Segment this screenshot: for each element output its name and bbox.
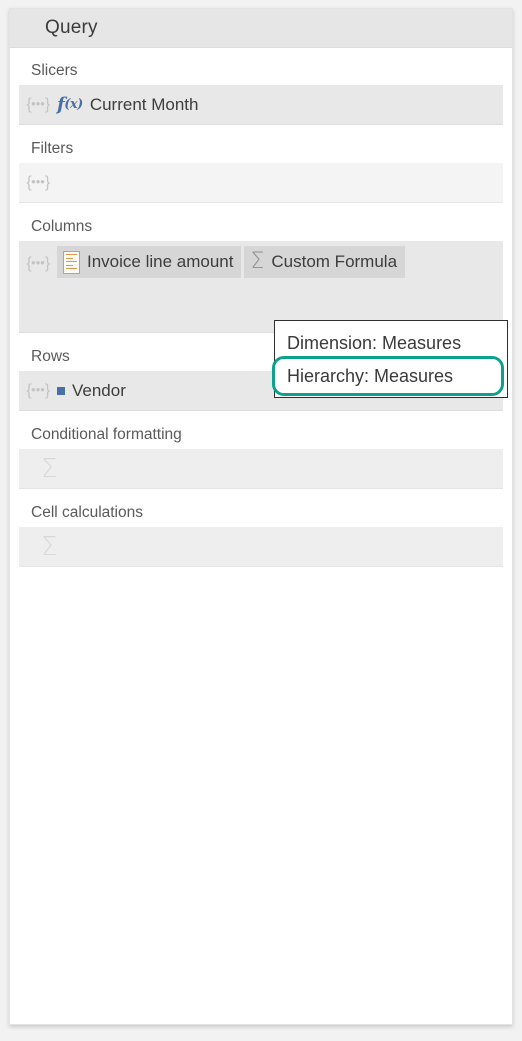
dropzone-slicers[interactable]: {•••} f (x) Current Month: [19, 85, 503, 125]
drag-handle-icon[interactable]: {•••}: [19, 165, 57, 200]
dropzone-filters[interactable]: {•••}: [19, 163, 503, 203]
field-pill-custom-formula[interactable]: Σ Custom Formula: [244, 246, 406, 278]
drag-handle-icon[interactable]: {•••}: [19, 373, 57, 408]
dropzone-cell-calculations[interactable]: Σ: [19, 527, 503, 567]
section-columns: Columns {•••} Invoice line amount Σ Cust…: [10, 217, 512, 333]
page-title: Query: [45, 17, 98, 38]
field-pill-label: Invoice line amount: [87, 252, 234, 271]
measure-ruler-icon: [63, 250, 80, 274]
sigma-placeholder-icon: Σ: [41, 531, 58, 562]
drag-handle-icon[interactable]: {•••}: [19, 87, 57, 122]
dimension-square-icon: [57, 386, 65, 395]
function-fx-icon: f (x): [57, 93, 83, 115]
field-pill-current-month[interactable]: f (x) Current Month: [57, 89, 198, 121]
dropzone-conditional-formatting[interactable]: Σ: [19, 449, 503, 489]
drag-handle-icon[interactable]: {•••}: [19, 246, 57, 281]
section-conditional-formatting: Conditional formatting Σ: [10, 425, 512, 489]
panel-header: Query: [10, 9, 512, 48]
section-label-slicers: Slicers: [31, 62, 78, 79]
field-pill-label: Custom Formula: [271, 252, 398, 271]
section-label-conditional-formatting: Conditional formatting: [31, 426, 182, 443]
query-panel: Query Slicers {•••} f (x) Current Month F…: [9, 8, 513, 1025]
section-label-filters: Filters: [31, 140, 74, 157]
panel-body: Slicers {•••} f (x) Current Month Filters…: [10, 61, 512, 567]
field-pill-vendor[interactable]: Vendor: [57, 375, 126, 407]
sigma-icon: Σ: [250, 249, 265, 274]
section-label-cell-calculations: Cell calculations: [31, 504, 143, 521]
field-pill-label: Vendor: [72, 380, 126, 400]
tooltip-hierarchy-line: Hierarchy: Measures: [287, 363, 454, 383]
sigma-placeholder-icon: Σ: [41, 453, 58, 484]
field-pill-label: Current Month: [89, 94, 199, 114]
section-slicers: Slicers {•••} f (x) Current Month: [10, 61, 512, 125]
field-pill-invoice-line-amount[interactable]: Invoice line amount: [57, 246, 242, 278]
section-filters: Filters {•••}: [10, 139, 512, 203]
tooltip-dimension-line: Dimension: Measures: [287, 333, 462, 353]
section-label-columns: Columns: [31, 218, 93, 235]
field-tooltip: Dimension: Measures Hierarchy: Measures: [274, 320, 508, 398]
section-cell-calculations: Cell calculations Σ: [10, 503, 512, 567]
query-panel-screen: Query Slicers {•••} f (x) Current Month F…: [0, 0, 522, 1041]
